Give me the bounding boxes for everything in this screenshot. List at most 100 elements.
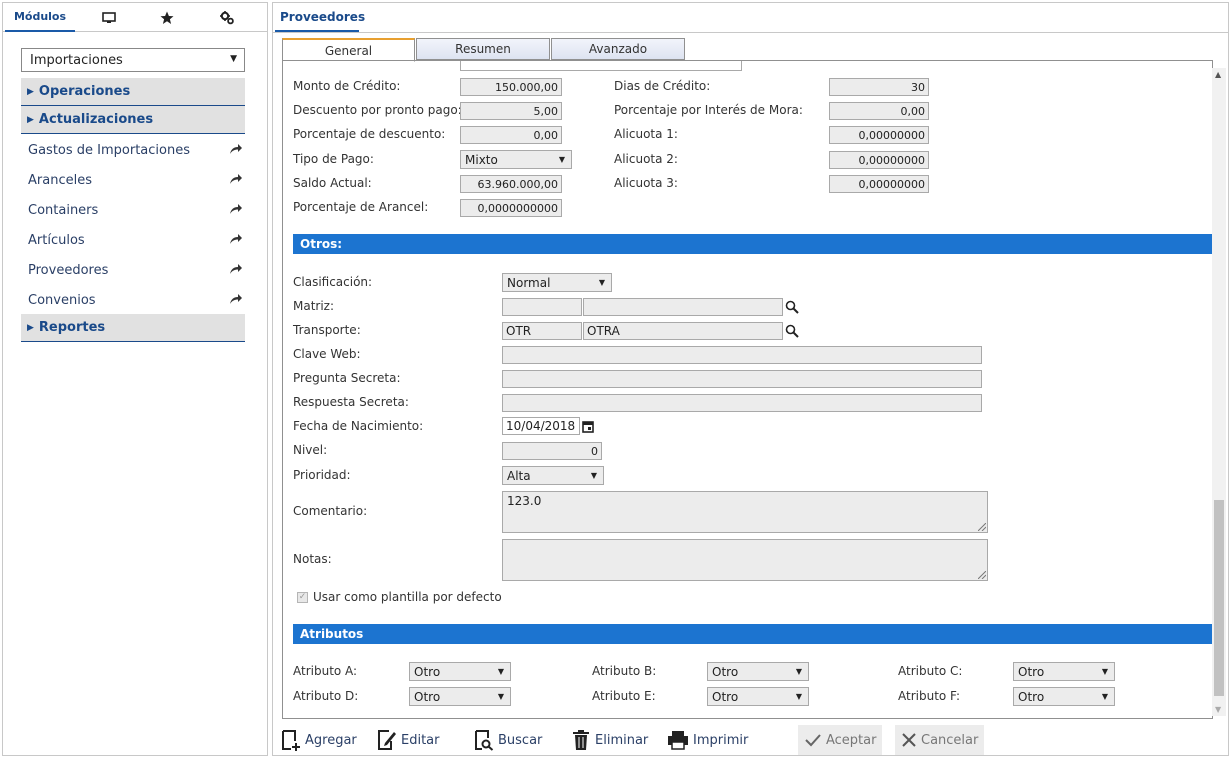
eliminar-button[interactable]: Eliminar bbox=[571, 725, 648, 755]
plantilla-checkbox-row[interactable]: ✓ Usar como plantilla por defecto bbox=[297, 590, 502, 604]
resize-grip-icon[interactable] bbox=[978, 571, 986, 579]
trash-icon bbox=[573, 730, 589, 750]
tipo-pago-select[interactable]: Mixto ▼ bbox=[460, 150, 572, 169]
aceptar-button[interactable]: Aceptar bbox=[798, 725, 883, 755]
atributo-b-value: Otro bbox=[712, 664, 739, 679]
saldo-field[interactable]: 63.960.000,00 bbox=[460, 175, 562, 193]
tab-resumen[interactable]: Resumen bbox=[416, 38, 550, 60]
clave-web-field[interactable] bbox=[502, 346, 982, 364]
editar-button[interactable]: Editar bbox=[377, 725, 440, 755]
menu-item-articulos[interactable]: Artículos bbox=[28, 229, 243, 251]
atributo-a-label: Atributo A: bbox=[293, 664, 358, 678]
buscar-button[interactable]: Buscar bbox=[474, 725, 542, 755]
nivel-field[interactable]: 0 bbox=[502, 442, 602, 460]
section-reportes[interactable]: ▶ Reportes bbox=[21, 314, 245, 342]
form-scrollbar[interactable]: ▲ ▼ bbox=[1212, 68, 1226, 716]
matriz-name-field[interactable] bbox=[583, 298, 783, 316]
alicuota3-field[interactable]: 0,00000000 bbox=[829, 175, 929, 193]
atributo-f-select[interactable]: Otro ▼ bbox=[1013, 687, 1115, 706]
edit-document-icon bbox=[378, 730, 396, 750]
partial-field[interactable] bbox=[460, 61, 742, 71]
transporte-name-field[interactable]: OTRA bbox=[583, 322, 783, 340]
tab-avanzado[interactable]: Avanzado bbox=[551, 38, 685, 60]
interes-mora-field[interactable]: 0,00 bbox=[829, 102, 929, 120]
chevron-down-icon: ▼ bbox=[598, 278, 605, 287]
atributo-b-select[interactable]: Otro ▼ bbox=[707, 662, 809, 681]
nivel-label: Nivel: bbox=[293, 443, 328, 457]
monitor-icon bbox=[102, 11, 116, 23]
tab-general[interactable]: General bbox=[282, 38, 415, 62]
menu-item-label: Artículos bbox=[28, 232, 85, 248]
add-document-icon bbox=[282, 730, 300, 751]
menu-item-convenios[interactable]: Convenios bbox=[28, 289, 243, 311]
section-actualizaciones[interactable]: ▶ Actualizaciones bbox=[21, 106, 245, 134]
dias-credito-label: Dias de Crédito: bbox=[614, 79, 711, 93]
menu-item-label: Proveedores bbox=[28, 262, 109, 278]
agregar-button[interactable]: Agregar bbox=[281, 725, 357, 755]
cancelar-button[interactable]: Cancelar bbox=[895, 725, 985, 755]
share-arrow-icon bbox=[230, 264, 242, 274]
agregar-label: Agregar bbox=[305, 732, 357, 748]
menu-item-label: Convenios bbox=[28, 292, 96, 308]
tab-general-label: General bbox=[324, 43, 373, 58]
search-icon[interactable] bbox=[785, 300, 799, 314]
dias-credito-field[interactable]: 30 bbox=[829, 78, 929, 96]
fecha-field[interactable]: 10/04/2018 bbox=[502, 417, 580, 435]
arancel-label: Porcentaje de Arancel: bbox=[293, 200, 429, 214]
tab-settings[interactable] bbox=[203, 3, 251, 32]
atributo-d-select[interactable]: Otro ▼ bbox=[409, 687, 511, 706]
atributo-e-label: Atributo E: bbox=[592, 689, 656, 703]
atributo-c-select[interactable]: Otro ▼ bbox=[1013, 662, 1115, 681]
menu-item-gastos[interactable]: Gastos de Importaciones bbox=[28, 139, 243, 161]
atributos-header: Atributos bbox=[293, 624, 1212, 644]
imprimir-button[interactable]: Imprimir bbox=[667, 725, 748, 755]
scroll-up-icon[interactable]: ▲ bbox=[1215, 70, 1221, 79]
alicuota2-field[interactable]: 0,00000000 bbox=[829, 151, 929, 169]
section-actualizaciones-label: Actualizaciones bbox=[38, 112, 154, 127]
tab-proveedores[interactable]: Proveedores bbox=[275, 3, 365, 32]
pregunta-field[interactable] bbox=[502, 370, 982, 388]
search-document-icon bbox=[475, 730, 494, 751]
tab-favorites[interactable] bbox=[143, 3, 191, 32]
arancel-field[interactable]: 0,0000000000 bbox=[460, 199, 562, 217]
tab-desktop[interactable] bbox=[85, 3, 133, 32]
descuento-pronto-field[interactable]: 5,00 bbox=[460, 102, 562, 120]
section-operaciones[interactable]: ▶ Operaciones bbox=[21, 78, 245, 106]
tab-avanzado-label: Avanzado bbox=[588, 42, 648, 56]
calendar-icon[interactable] bbox=[582, 420, 594, 433]
matriz-code-field[interactable] bbox=[502, 298, 582, 316]
prioridad-select[interactable]: Alta ▼ bbox=[502, 466, 604, 485]
tab-divider bbox=[273, 32, 1228, 33]
comentario-textarea[interactable]: 123.0 bbox=[502, 491, 988, 533]
notas-label: Notas: bbox=[293, 552, 332, 566]
atributo-a-select[interactable]: Otro ▼ bbox=[409, 662, 511, 681]
interes-mora-label: Porcentaje por Interés de Mora: bbox=[614, 103, 803, 117]
transporte-code-field[interactable]: OTR bbox=[502, 322, 582, 340]
chevron-down-icon: ▼ bbox=[590, 471, 597, 480]
search-icon[interactable] bbox=[785, 324, 799, 338]
pregunta-label: Pregunta Secreta: bbox=[293, 371, 401, 385]
section-operaciones-label: Operaciones bbox=[38, 84, 131, 99]
atributo-e-select[interactable]: Otro ▼ bbox=[707, 687, 809, 706]
prioridad-label: Prioridad: bbox=[293, 468, 351, 482]
atributo-d-value: Otro bbox=[414, 689, 441, 704]
clasificacion-select[interactable]: Normal ▼ bbox=[502, 273, 612, 292]
module-select[interactable]: Importaciones ▼ bbox=[21, 48, 245, 72]
menu-item-proveedores[interactable]: Proveedores bbox=[28, 259, 243, 281]
prioridad-value: Alta bbox=[507, 468, 531, 483]
porc-descuento-field[interactable]: 0,00 bbox=[460, 126, 562, 144]
scrollbar-thumb[interactable] bbox=[1214, 500, 1224, 696]
scroll-down-icon[interactable]: ▼ bbox=[1215, 705, 1221, 714]
alicuota1-field[interactable]: 0,00000000 bbox=[829, 126, 929, 144]
monto-credito-label: Monto de Crédito: bbox=[293, 79, 401, 93]
menu-item-aranceles[interactable]: Aranceles bbox=[28, 169, 243, 191]
resize-grip-icon[interactable] bbox=[978, 523, 986, 531]
clasificacion-label: Clasificación: bbox=[293, 275, 373, 289]
tab-modules[interactable]: Módulos bbox=[5, 3, 75, 32]
respuesta-field[interactable] bbox=[502, 394, 982, 412]
notas-textarea[interactable] bbox=[502, 539, 988, 581]
menu-item-containers[interactable]: Containers bbox=[28, 199, 243, 221]
monto-credito-field[interactable]: 150.000,00 bbox=[460, 78, 562, 96]
main-panel: Proveedores General Resumen Avanzado Mon… bbox=[272, 2, 1229, 756]
plantilla-checkbox[interactable]: ✓ bbox=[297, 591, 308, 603]
